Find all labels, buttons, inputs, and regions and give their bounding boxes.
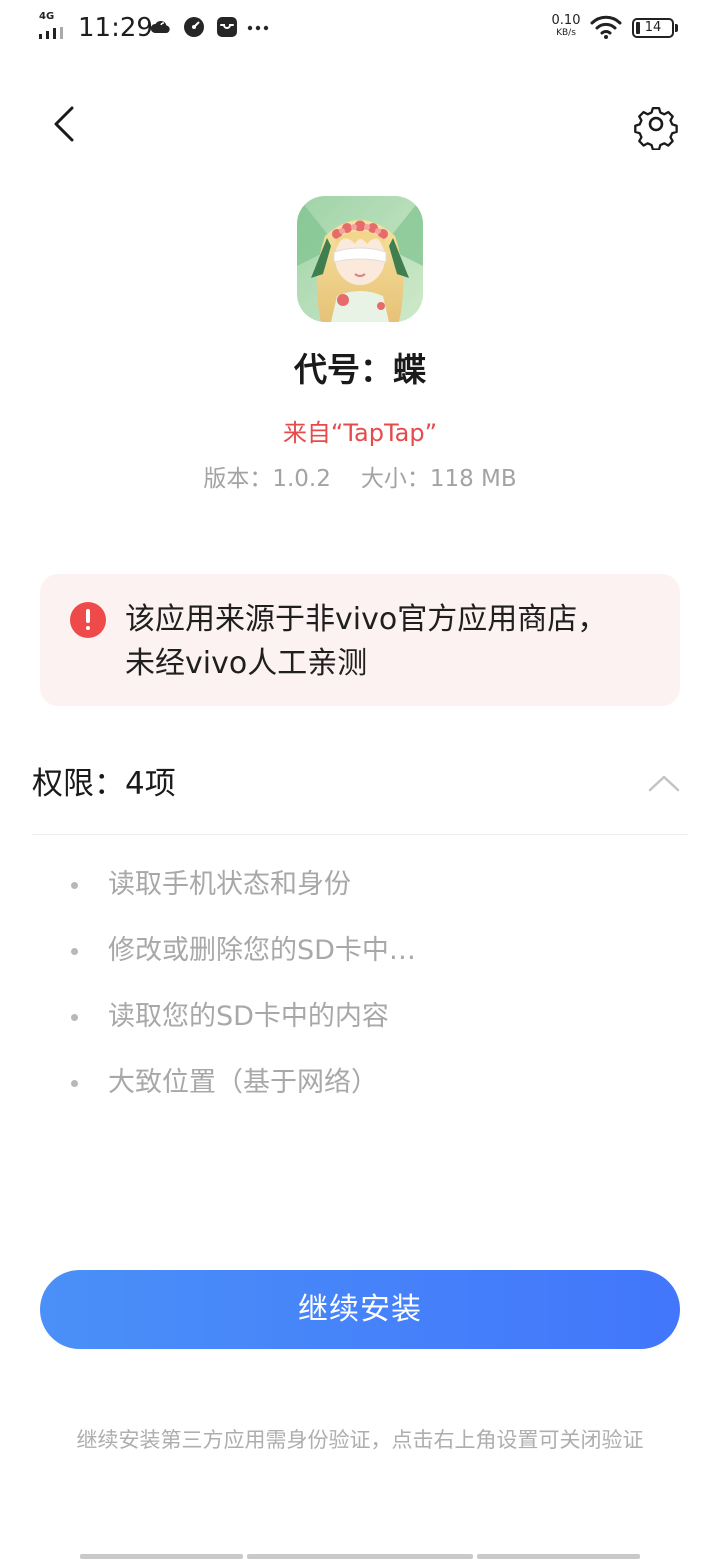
status-bar: 4G 11:29 0.10 KB/s 14	[0, 0, 720, 56]
more-dots-icon	[247, 25, 269, 31]
permission-text: 读取手机状态和身份	[108, 869, 351, 900]
permissions-title: 权限：4项	[32, 766, 176, 802]
signal-indicator: 4G	[38, 12, 72, 40]
battery-icon: 14	[632, 18, 674, 38]
gesture-bar-right[interactable]	[477, 1554, 640, 1559]
bullet-icon	[71, 1080, 78, 1087]
permission-item: 读取手机状态和身份	[0, 854, 720, 920]
gear-icon	[634, 106, 678, 151]
app-meta: 版本：1.0.2 大小：118 MB	[0, 462, 720, 496]
battery-tip	[675, 24, 678, 32]
permission-text: 大致位置（基于网络）	[108, 1067, 378, 1098]
warning-text: 该应用来源于非vivo官方应用商店，未经vivo人工亲测	[125, 602, 608, 681]
exclamation-circle-icon	[70, 602, 106, 638]
security-warning: 该应用来源于非vivo官方应用商店，未经vivo人工亲测	[40, 574, 680, 706]
network-speed-value: 0.10	[551, 13, 581, 28]
permission-text: 读取您的SD卡中的内容	[108, 1001, 389, 1032]
app-size: 大小：118 MB	[360, 466, 517, 492]
chevron-up-icon[interactable]	[646, 768, 682, 800]
permission-item: 大致位置（基于网络）	[0, 1052, 720, 1118]
cloud-icon	[150, 21, 170, 33]
network-speed: 0.10 KB/s	[546, 14, 586, 39]
app-name: 代号：蝶	[294, 350, 426, 389]
gesture-bar-home[interactable]	[247, 1554, 473, 1559]
settings-button[interactable]	[630, 98, 682, 151]
network-speed-unit: KB/s	[556, 28, 576, 38]
battery-level: 14	[644, 20, 662, 35]
permissions-list: 读取手机状态和身份 修改或删除您的SD卡中… 读取您的SD卡中的内容 大致位置（…	[0, 854, 720, 1118]
speedometer-icon	[184, 17, 204, 37]
bullet-icon	[71, 948, 78, 955]
app-icon	[297, 196, 423, 322]
chevron-left-icon	[54, 106, 74, 142]
divider	[32, 834, 688, 835]
app-version: 版本：1.0.2	[203, 466, 331, 492]
gesture-bar-left[interactable]	[80, 1554, 243, 1559]
bullet-icon	[71, 1014, 78, 1021]
permissions-header[interactable]: 权限：4项	[32, 756, 688, 812]
continue-install-button[interactable]: 继续安装	[40, 1270, 680, 1349]
permission-text: 修改或删除您的SD卡中…	[108, 935, 416, 966]
footer-note: 继续安装第三方应用需身份验证，点击右上角设置可关闭验证	[76, 1428, 644, 1452]
app-source: 来自“TapTap”	[282, 419, 438, 447]
network-type: 4G	[39, 11, 55, 22]
inbox-icon	[217, 17, 237, 37]
status-time: 11:29	[78, 13, 153, 43]
signal-bars-icon	[39, 27, 71, 39]
permission-item: 修改或删除您的SD卡中…	[0, 920, 720, 986]
wifi-icon	[590, 15, 622, 39]
bullet-icon	[71, 882, 78, 889]
permission-item: 读取您的SD卡中的内容	[0, 986, 720, 1052]
back-button[interactable]	[38, 98, 90, 150]
